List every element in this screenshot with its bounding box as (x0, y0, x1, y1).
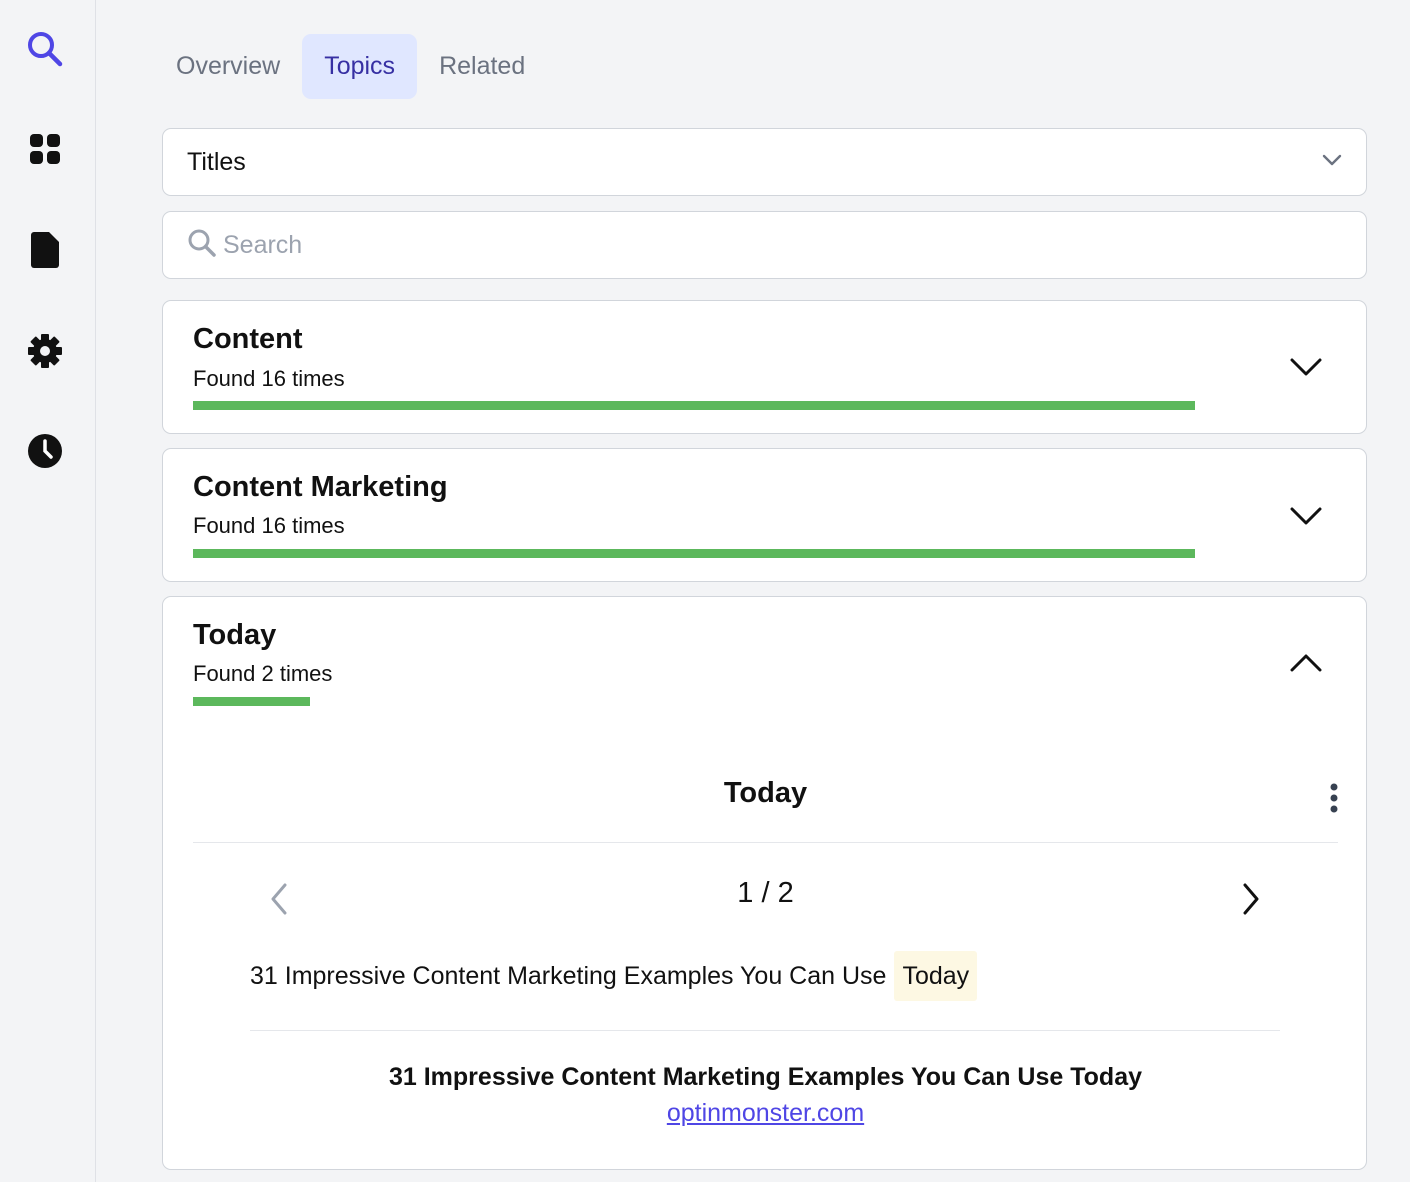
topic-title: Today (193, 619, 277, 651)
result-link-wrapper: optinmonster.com (163, 1099, 1368, 1128)
tab-overview[interactable]: Overview (162, 34, 294, 99)
result-domain-link[interactable]: optinmonster.com (667, 1099, 864, 1127)
document-icon[interactable] (24, 229, 66, 271)
filter-select[interactable]: Titles (162, 128, 1367, 196)
result-snippet: 31 Impressive Content Marketing Examples… (250, 951, 978, 1001)
grid-icon[interactable] (24, 128, 66, 170)
frequency-bar (193, 401, 1195, 410)
snippet-highlight: Today (894, 951, 978, 1001)
frequency-bar (193, 697, 310, 706)
search-icon[interactable] (24, 28, 66, 70)
topic-count: Found 16 times (193, 513, 345, 538)
topic-count: Found 16 times (193, 366, 345, 391)
topic-count: Found 2 times (193, 661, 333, 686)
gear-icon[interactable] (24, 330, 66, 372)
frequency-bar (193, 549, 1195, 558)
tab-topics[interactable]: Topics (302, 34, 418, 99)
chevron-right-icon[interactable] (1231, 877, 1271, 921)
tab-related[interactable]: Related (425, 34, 539, 99)
search-input[interactable] (223, 230, 1342, 260)
filter-select-value: Titles (187, 147, 246, 176)
snippet-text: 31 Impressive Content Marketing Examples… (250, 961, 887, 990)
tab-bar: Overview Topics Related (162, 34, 547, 99)
pager-label: 1 / 2 (737, 877, 794, 909)
topic-card: Content Marketing Found 16 times (162, 448, 1367, 582)
divider (193, 842, 1338, 843)
topic-card: Content Found 16 times (162, 300, 1367, 434)
topic-title: Content (193, 323, 303, 355)
clock-icon[interactable] (24, 430, 66, 472)
chevron-down-icon (1322, 153, 1342, 171)
chevron-up-icon[interactable] (1286, 643, 1326, 683)
result-title: 31 Impressive Content Marketing Examples… (388, 1063, 1142, 1091)
topic-card-expanded: Today Found 2 times Today 1 / 2 31 Impre… (162, 596, 1367, 1170)
search-field (162, 211, 1367, 279)
chevron-down-icon[interactable] (1286, 496, 1326, 536)
topic-title: Content Marketing (193, 471, 448, 503)
more-options-icon[interactable] (1322, 781, 1346, 817)
detail-title: Today (723, 777, 808, 809)
sidebar (0, 0, 96, 1182)
search-icon (187, 228, 217, 263)
chevron-left-icon[interactable] (259, 877, 299, 921)
chevron-down-icon[interactable] (1286, 347, 1326, 387)
divider (250, 1030, 1280, 1031)
